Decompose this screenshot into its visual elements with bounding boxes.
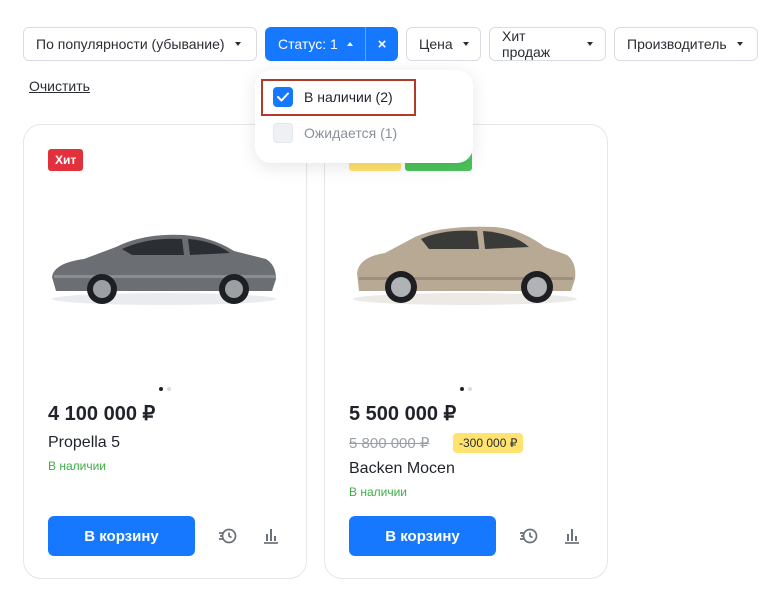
product-price: 4 100 000 ₽ (48, 403, 156, 425)
price-filter[interactable]: Цена (406, 27, 481, 61)
product-price: 5 500 000 ₽ (349, 403, 457, 425)
manufacturer-filter-label: Производитель (627, 36, 727, 52)
sort-label: По популярности (убывание) (36, 36, 225, 52)
checkbox-checked[interactable] (273, 87, 293, 107)
product-name[interactable]: Backen Mocen (349, 460, 455, 478)
product-name[interactable]: Propella 5 (48, 434, 120, 452)
status-dropdown-menu: В наличии (2) Ожидается (1) (255, 70, 473, 163)
car-image[interactable] (345, 207, 585, 317)
option-label: Ожидается (1) (304, 125, 398, 141)
status-filter[interactable]: Статус: 1 × (265, 27, 398, 61)
sort-dropdown[interactable]: По популярности (убывание) (23, 27, 257, 61)
caret-down-icon (736, 42, 743, 46)
check-icon (277, 92, 289, 102)
caret-down-icon (462, 42, 469, 46)
product-card[interactable]: Хит 4 100 000 ₽ Propella 5 В наличии В к… (23, 124, 307, 579)
manufacturer-filter[interactable]: Производитель (614, 27, 758, 61)
hit-badge: Хит (48, 149, 84, 171)
compare-history-icon[interactable] (218, 526, 238, 546)
checkbox-unchecked[interactable] (273, 123, 293, 143)
status-filter-toggle[interactable]: Статус: 1 (265, 27, 365, 61)
stock-status: В наличии (48, 459, 107, 473)
product-card[interactable]: 5 500 000 ₽ 5 800 000 ₽ -300 000 ₽ Backe… (324, 124, 608, 579)
caret-up-icon (346, 42, 353, 46)
image-pager-dots[interactable] (24, 387, 306, 391)
caret-down-icon (234, 42, 241, 46)
clear-filters-link[interactable]: Очистить (29, 78, 90, 94)
image-pager-dots[interactable] (325, 387, 607, 391)
bar-chart-icon[interactable] (562, 526, 582, 546)
add-to-cart-button[interactable]: В корзину (349, 516, 496, 556)
bestseller-filter[interactable]: Хит продаж (489, 27, 606, 61)
option-label: В наличии (2) (304, 89, 393, 105)
stock-status: В наличии (349, 485, 408, 499)
bar-chart-icon[interactable] (261, 526, 281, 546)
old-price: 5 800 000 ₽ (349, 435, 430, 452)
discount-badge: -300 000 ₽ (453, 433, 524, 453)
compare-history-icon[interactable] (519, 526, 539, 546)
add-to-cart-button[interactable]: В корзину (48, 516, 195, 556)
close-icon[interactable]: × (366, 27, 398, 61)
option-expected[interactable]: Ожидается (1) (273, 123, 397, 143)
status-filter-label: Статус: 1 (278, 36, 338, 52)
price-filter-label: Цена (419, 36, 453, 52)
bestseller-filter-label: Хит продаж (502, 28, 551, 60)
caret-down-icon (587, 42, 593, 46)
option-in-stock[interactable]: В наличии (2) (273, 87, 393, 107)
car-image[interactable] (44, 207, 284, 317)
